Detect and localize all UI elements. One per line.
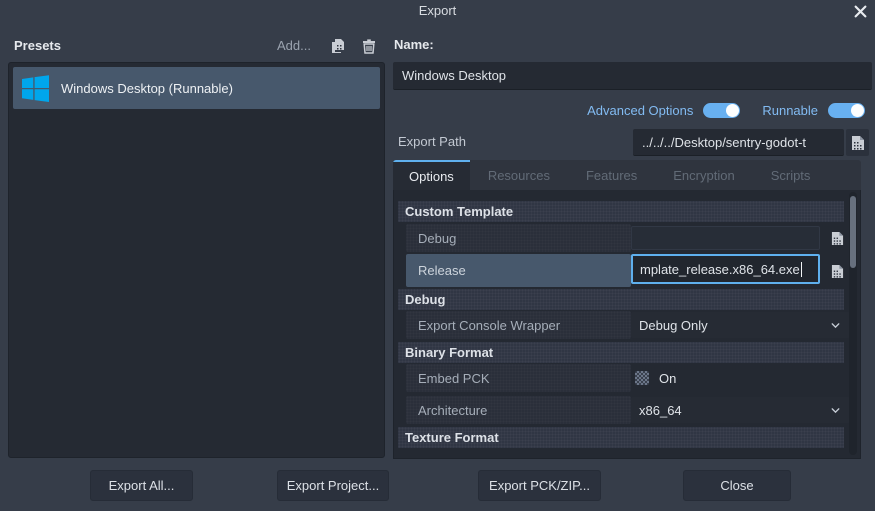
chevron-down-icon [829, 404, 842, 417]
runnable-toggle[interactable] [828, 103, 865, 118]
embed-pck-value: On [659, 364, 676, 392]
text-caret [801, 262, 802, 277]
dialog-title: Export [0, 3, 875, 18]
delete-preset-icon[interactable] [360, 37, 378, 55]
section-header-debug: Debug [398, 289, 844, 310]
export-path-browse-button[interactable] [846, 129, 869, 156]
tab-resources[interactable]: Resources [470, 160, 568, 190]
release-template-label: Release [406, 254, 631, 287]
debug-template-input[interactable] [631, 226, 820, 250]
export-path-input[interactable]: ../../../Desktop/sentry-godot-t [633, 129, 844, 156]
name-label: Name: [394, 37, 434, 52]
name-input[interactable]: Windows Desktop [393, 62, 872, 90]
embed-pck-label: Embed PCK [406, 364, 631, 392]
option-row-custom-template-debug: Debug [398, 224, 844, 252]
console-wrapper-label: Export Console Wrapper [406, 311, 631, 339]
section-header-texture-format: Texture Format [398, 427, 844, 448]
option-row-architecture: Architecture x86_64 [398, 396, 844, 424]
release-template-browse-button[interactable] [827, 260, 847, 282]
architecture-dropdown[interactable]: x86_64 [631, 397, 850, 423]
presets-header: Presets [14, 38, 61, 53]
duplicate-preset-icon[interactable] [329, 37, 347, 55]
chevron-down-icon [829, 319, 842, 332]
release-template-value: mplate_release.x86_64.exe [640, 262, 800, 277]
tab-encryption[interactable]: Encryption [655, 160, 752, 190]
preset-item-label: Windows Desktop (Runnable) [61, 81, 233, 96]
close-icon[interactable] [852, 3, 869, 20]
preset-item-windows-desktop[interactable]: Windows Desktop (Runnable) [13, 67, 380, 109]
options-scrollbar[interactable] [849, 192, 857, 455]
tab-features[interactable]: Features [568, 160, 655, 190]
debug-template-label: Debug [406, 224, 631, 252]
section-header-custom-template: Custom Template [398, 201, 844, 222]
export-pck-zip-button[interactable]: Export PCK/ZIP... [478, 470, 601, 501]
toggle-knob [726, 104, 739, 117]
export-path-value: ../../../Desktop/sentry-godot-t [642, 135, 806, 150]
options-panel: Custom Template Debug Release mplate_rel… [393, 190, 861, 459]
tab-bar: Options Resources Features Encryption Sc… [393, 160, 861, 190]
advanced-options-label: Advanced Options [587, 103, 693, 118]
export-all-button[interactable]: Export All... [90, 470, 193, 501]
advanced-options-toggle[interactable] [703, 103, 740, 118]
console-wrapper-value: Debug Only [639, 318, 708, 333]
export-project-button[interactable]: Export Project... [277, 470, 389, 501]
option-row-custom-template-release: Release mplate_release.x86_64.exe [398, 254, 844, 287]
runnable-label: Runnable [762, 103, 818, 118]
option-row-console-wrapper: Export Console Wrapper Debug Only [398, 311, 844, 339]
release-template-input[interactable]: mplate_release.x86_64.exe [631, 254, 820, 284]
option-row-embed-pck: Embed PCK On [398, 364, 844, 392]
tab-options[interactable]: Options [393, 160, 470, 190]
close-button[interactable]: Close [683, 470, 791, 501]
name-input-value: Windows Desktop [402, 68, 506, 83]
embed-pck-checkbox[interactable] [635, 371, 649, 385]
debug-template-browse-button[interactable] [827, 227, 847, 249]
export-path-label: Export Path [398, 134, 466, 149]
architecture-value: x86_64 [639, 403, 682, 418]
toggle-knob [851, 104, 864, 117]
toggles-row: Advanced Options Runnable [393, 100, 872, 120]
scrollbar-thumb[interactable] [850, 196, 856, 268]
presets-list: Windows Desktop (Runnable) [8, 62, 385, 458]
architecture-label: Architecture [406, 396, 631, 424]
section-header-binary-format: Binary Format [398, 342, 844, 363]
add-preset-button[interactable]: Add... [277, 38, 311, 53]
tab-scripts[interactable]: Scripts [753, 160, 829, 190]
console-wrapper-dropdown[interactable]: Debug Only [631, 312, 850, 338]
windows-logo-icon [22, 75, 49, 102]
